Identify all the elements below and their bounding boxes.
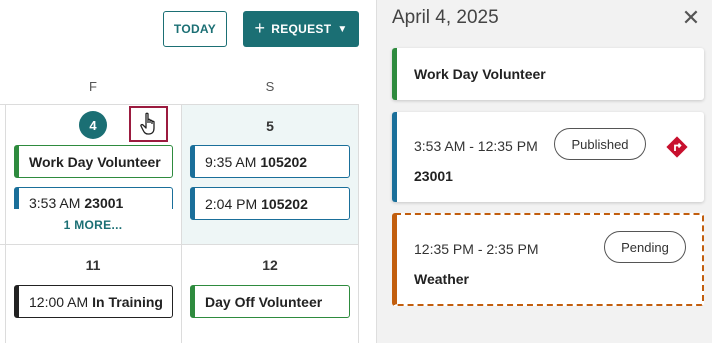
event-time: 12:00 AM — [29, 293, 89, 310]
day-header-saturday: S — [265, 79, 275, 94]
more-events-link[interactable]: 1 MORE... — [40, 218, 146, 232]
event-23001[interactable]: 3:53 AM 23001 — [14, 187, 173, 209]
status-badge-pending: Pending — [604, 231, 686, 263]
card-title: Work Day Volunteer — [414, 66, 546, 82]
event-105202-afternoon[interactable]: 2:04 PM 105202 — [190, 187, 350, 220]
grid-line — [0, 244, 358, 245]
grid-line — [5, 104, 6, 343]
card-work-day-volunteer[interactable]: Work Day Volunteer — [392, 48, 704, 100]
card-time: 3:53 AM - 12:35 PM — [414, 138, 538, 154]
request-button[interactable]: + REQUEST ▼ — [243, 11, 359, 47]
event-label: Work Day Volunteer — [29, 153, 161, 170]
panel-date-title: April 4, 2025 — [392, 7, 499, 28]
event-day-off-volunteer[interactable]: Day Off Volunteer — [190, 285, 350, 318]
event-time: 2:04 PM — [205, 195, 258, 212]
date-12[interactable]: 12 — [255, 257, 285, 273]
card-title: 23001 — [414, 168, 453, 184]
hand-pointer-icon — [129, 106, 168, 142]
event-title: 105202 — [260, 153, 308, 170]
date-today-4[interactable]: 4 — [79, 111, 107, 139]
today-button[interactable]: TODAY — [163, 11, 227, 47]
card-title: Weather — [414, 271, 469, 287]
grid-line — [181, 104, 182, 343]
grid-line — [358, 104, 359, 343]
event-title: In Training — [92, 293, 163, 310]
caret-down-icon: ▼ — [337, 23, 348, 35]
card-accent-bar — [392, 112, 397, 202]
card-23001[interactable]: 3:53 AM - 12:35 PM Published 23001 — [392, 112, 704, 202]
event-105202-morning[interactable]: 9:35 AM 105202 — [190, 145, 350, 178]
card-weather-pending[interactable]: 12:35 PM - 2:35 PM Pending Weather — [392, 213, 704, 306]
event-in-training[interactable]: 12:00 AM In Training — [14, 285, 173, 318]
event-time: 9:35 AM — [205, 153, 257, 170]
date-11[interactable]: 11 — [78, 257, 108, 273]
event-title: 105202 — [261, 195, 308, 212]
request-label: REQUEST — [271, 22, 332, 36]
close-icon[interactable]: ✕ — [680, 5, 702, 31]
date-5[interactable]: 5 — [255, 118, 285, 134]
card-time: 12:35 PM - 2:35 PM — [414, 241, 539, 257]
event-label: Day Off Volunteer — [205, 293, 323, 310]
event-work-day-volunteer[interactable]: Work Day Volunteer — [14, 145, 173, 178]
status-badge-published: Published — [554, 128, 646, 160]
event-title: 23001 — [84, 195, 124, 209]
card-accent-bar — [392, 48, 397, 100]
grid-line — [0, 104, 358, 105]
diamond-turn-icon — [666, 136, 688, 158]
plus-icon: + — [254, 18, 266, 38]
event-time: 3:53 AM — [29, 195, 81, 209]
day-header-friday: F — [89, 79, 97, 94]
